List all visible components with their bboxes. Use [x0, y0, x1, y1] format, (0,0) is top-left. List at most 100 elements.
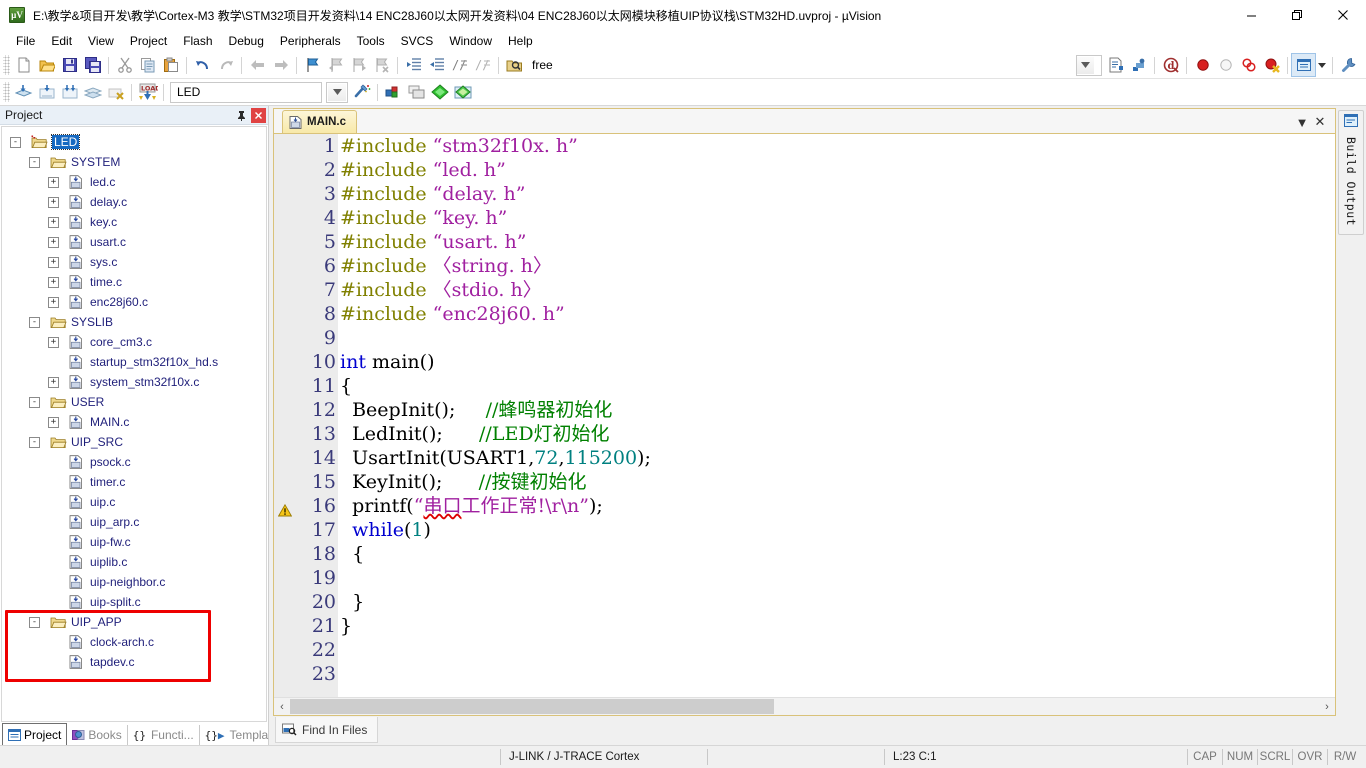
code-line[interactable]: {: [338, 542, 1335, 566]
menu-file[interactable]: File: [8, 32, 43, 50]
editor-marker-gutter[interactable]: [274, 134, 300, 697]
code-line[interactable]: #include 〈stdio. h〉: [338, 278, 1335, 302]
code-line[interactable]: }: [338, 614, 1335, 638]
menu-help[interactable]: Help: [500, 32, 541, 50]
gutter-marker-slot[interactable]: [274, 302, 300, 326]
new-file-icon[interactable]: [12, 54, 35, 76]
code-line[interactable]: int main(): [338, 350, 1335, 374]
gutter-marker-slot[interactable]: [274, 470, 300, 494]
menu-edit[interactable]: Edit: [43, 32, 80, 50]
tree-expand-icon[interactable]: +: [48, 197, 59, 208]
project-tree-container[interactable]: -LED-SYSTEM+led.c+delay.c+key.c+usart.c+…: [1, 126, 267, 722]
gutter-marker-slot[interactable]: [274, 446, 300, 470]
uncomment-icon[interactable]: //: [471, 54, 494, 76]
tree-expand-icon[interactable]: +: [48, 257, 59, 268]
tab-find-in-files[interactable]: Find In Files: [275, 717, 378, 743]
code-line[interactable]: #include “enc28j60. h”: [338, 302, 1335, 326]
multi-project-icon[interactable]: [405, 81, 428, 103]
gutter-marker-slot[interactable]: [274, 158, 300, 182]
code-editor[interactable]: 1234567891011121314151617181920212223 #i…: [274, 134, 1335, 697]
outdent-icon[interactable]: [425, 54, 448, 76]
bookmark-clear-icon[interactable]: [370, 54, 393, 76]
pin-icon[interactable]: [234, 108, 249, 123]
code-line[interactable]: }: [338, 590, 1335, 614]
tree-item-user[interactable]: -USER: [2, 392, 266, 412]
toolbar-grip[interactable]: [3, 55, 10, 75]
stop-build-icon[interactable]: [104, 81, 127, 103]
editor-code-text[interactable]: #include “stm32f10x. h”#include “led. h”…: [338, 134, 1335, 697]
tree-collapse-icon[interactable]: -: [10, 137, 21, 148]
code-line[interactable]: UsartInit(USART1,72,115200);: [338, 446, 1335, 470]
navigate-back-icon[interactable]: [246, 54, 269, 76]
tree-item-uip-split-c[interactable]: uip-split.c: [2, 592, 266, 612]
scroll-right-icon[interactable]: ›: [1319, 699, 1335, 714]
tab-list-dropdown-icon[interactable]: ▼: [1293, 112, 1311, 132]
gutter-marker-slot[interactable]: [274, 518, 300, 542]
tree-item-time-c[interactable]: +time.c: [2, 272, 266, 292]
tree-collapse-icon[interactable]: -: [29, 397, 40, 408]
menu-view[interactable]: View: [80, 32, 122, 50]
tree-item-psock-c[interactable]: psock.c: [2, 452, 266, 472]
insert-include-icon[interactable]: [1104, 54, 1127, 76]
tab-functions[interactable]: {} Functi...: [128, 725, 200, 745]
code-line[interactable]: [338, 326, 1335, 350]
breakpoint-icon[interactable]: [1191, 54, 1214, 76]
code-line[interactable]: while(1): [338, 518, 1335, 542]
gutter-marker-slot[interactable]: [274, 542, 300, 566]
file-combo-dropdown[interactable]: [1076, 55, 1102, 76]
bookmark-next-icon[interactable]: [347, 54, 370, 76]
scrollbar-track[interactable]: [290, 699, 1319, 714]
tree-collapse-icon[interactable]: -: [29, 157, 40, 168]
tree-item-main-c[interactable]: +MAIN.c: [2, 412, 266, 432]
find-in-files-icon[interactable]: [1127, 54, 1150, 76]
comment-icon[interactable]: //: [448, 54, 471, 76]
close-button[interactable]: [1320, 0, 1366, 30]
editor-tab-main-c[interactable]: MAIN.c: [282, 110, 357, 133]
dock-tab-build-output[interactable]: Build Output: [1338, 110, 1364, 235]
tree-item-uip-neighbor-c[interactable]: uip-neighbor.c: [2, 572, 266, 592]
scrollbar-thumb[interactable]: [290, 699, 774, 714]
tab-project[interactable]: Project: [2, 723, 67, 745]
code-line[interactable]: #include “stm32f10x. h”: [338, 134, 1335, 158]
code-line[interactable]: #include “led. h”: [338, 158, 1335, 182]
menu-tools[interactable]: Tools: [349, 32, 393, 50]
kill-all-breakpoints-icon[interactable]: [1260, 54, 1283, 76]
gutter-marker-slot[interactable]: [274, 566, 300, 590]
tree-item-timer-c[interactable]: timer.c: [2, 472, 266, 492]
menu-window[interactable]: Window: [441, 32, 500, 50]
tree-item-syslib[interactable]: -SYSLIB: [2, 312, 266, 332]
code-line[interactable]: #include 〈string. h〉: [338, 254, 1335, 278]
tree-item-core-cm3-c[interactable]: +core_cm3.c: [2, 332, 266, 352]
tree-item-uiplib-c[interactable]: uiplib.c: [2, 552, 266, 572]
tree-item-sys-c[interactable]: +sys.c: [2, 252, 266, 272]
tree-item-led-c[interactable]: +led.c: [2, 172, 266, 192]
navigate-forward-icon[interactable]: [269, 54, 292, 76]
tree-item-uip-fw-c[interactable]: uip-fw.c: [2, 532, 266, 552]
tree-item-uip-app[interactable]: -UIP_APP: [2, 612, 266, 632]
bookmark-toggle-icon[interactable]: [301, 54, 324, 76]
code-line[interactable]: [338, 662, 1335, 686]
tree-collapse-icon[interactable]: -: [29, 437, 40, 448]
gutter-marker-slot[interactable]: [274, 134, 300, 158]
tree-expand-icon[interactable]: +: [48, 297, 59, 308]
utilities-wrench-icon[interactable]: [1337, 54, 1360, 76]
tree-expand-icon[interactable]: +: [48, 217, 59, 228]
build-icon[interactable]: [35, 81, 58, 103]
target-options-icon[interactable]: [350, 81, 373, 103]
tree-item-enc28j60-c[interactable]: +enc28j60.c: [2, 292, 266, 312]
menu-svcs[interactable]: SVCS: [393, 32, 442, 50]
translate-icon[interactable]: [12, 81, 35, 103]
menu-debug[interactable]: Debug: [221, 32, 272, 50]
gutter-marker-slot[interactable]: [274, 662, 300, 686]
menu-project[interactable]: Project: [122, 32, 175, 50]
code-line[interactable]: [338, 638, 1335, 662]
tree-expand-icon[interactable]: +: [48, 237, 59, 248]
tree-collapse-icon[interactable]: -: [29, 317, 40, 328]
cut-icon[interactable]: [113, 54, 136, 76]
gutter-marker-slot[interactable]: [274, 614, 300, 638]
manage-components-icon[interactable]: [382, 81, 405, 103]
undo-icon[interactable]: [191, 54, 214, 76]
project-window-icon[interactable]: [1292, 54, 1315, 76]
gutter-marker-slot[interactable]: [274, 422, 300, 446]
save-all-icon[interactable]: [81, 54, 104, 76]
